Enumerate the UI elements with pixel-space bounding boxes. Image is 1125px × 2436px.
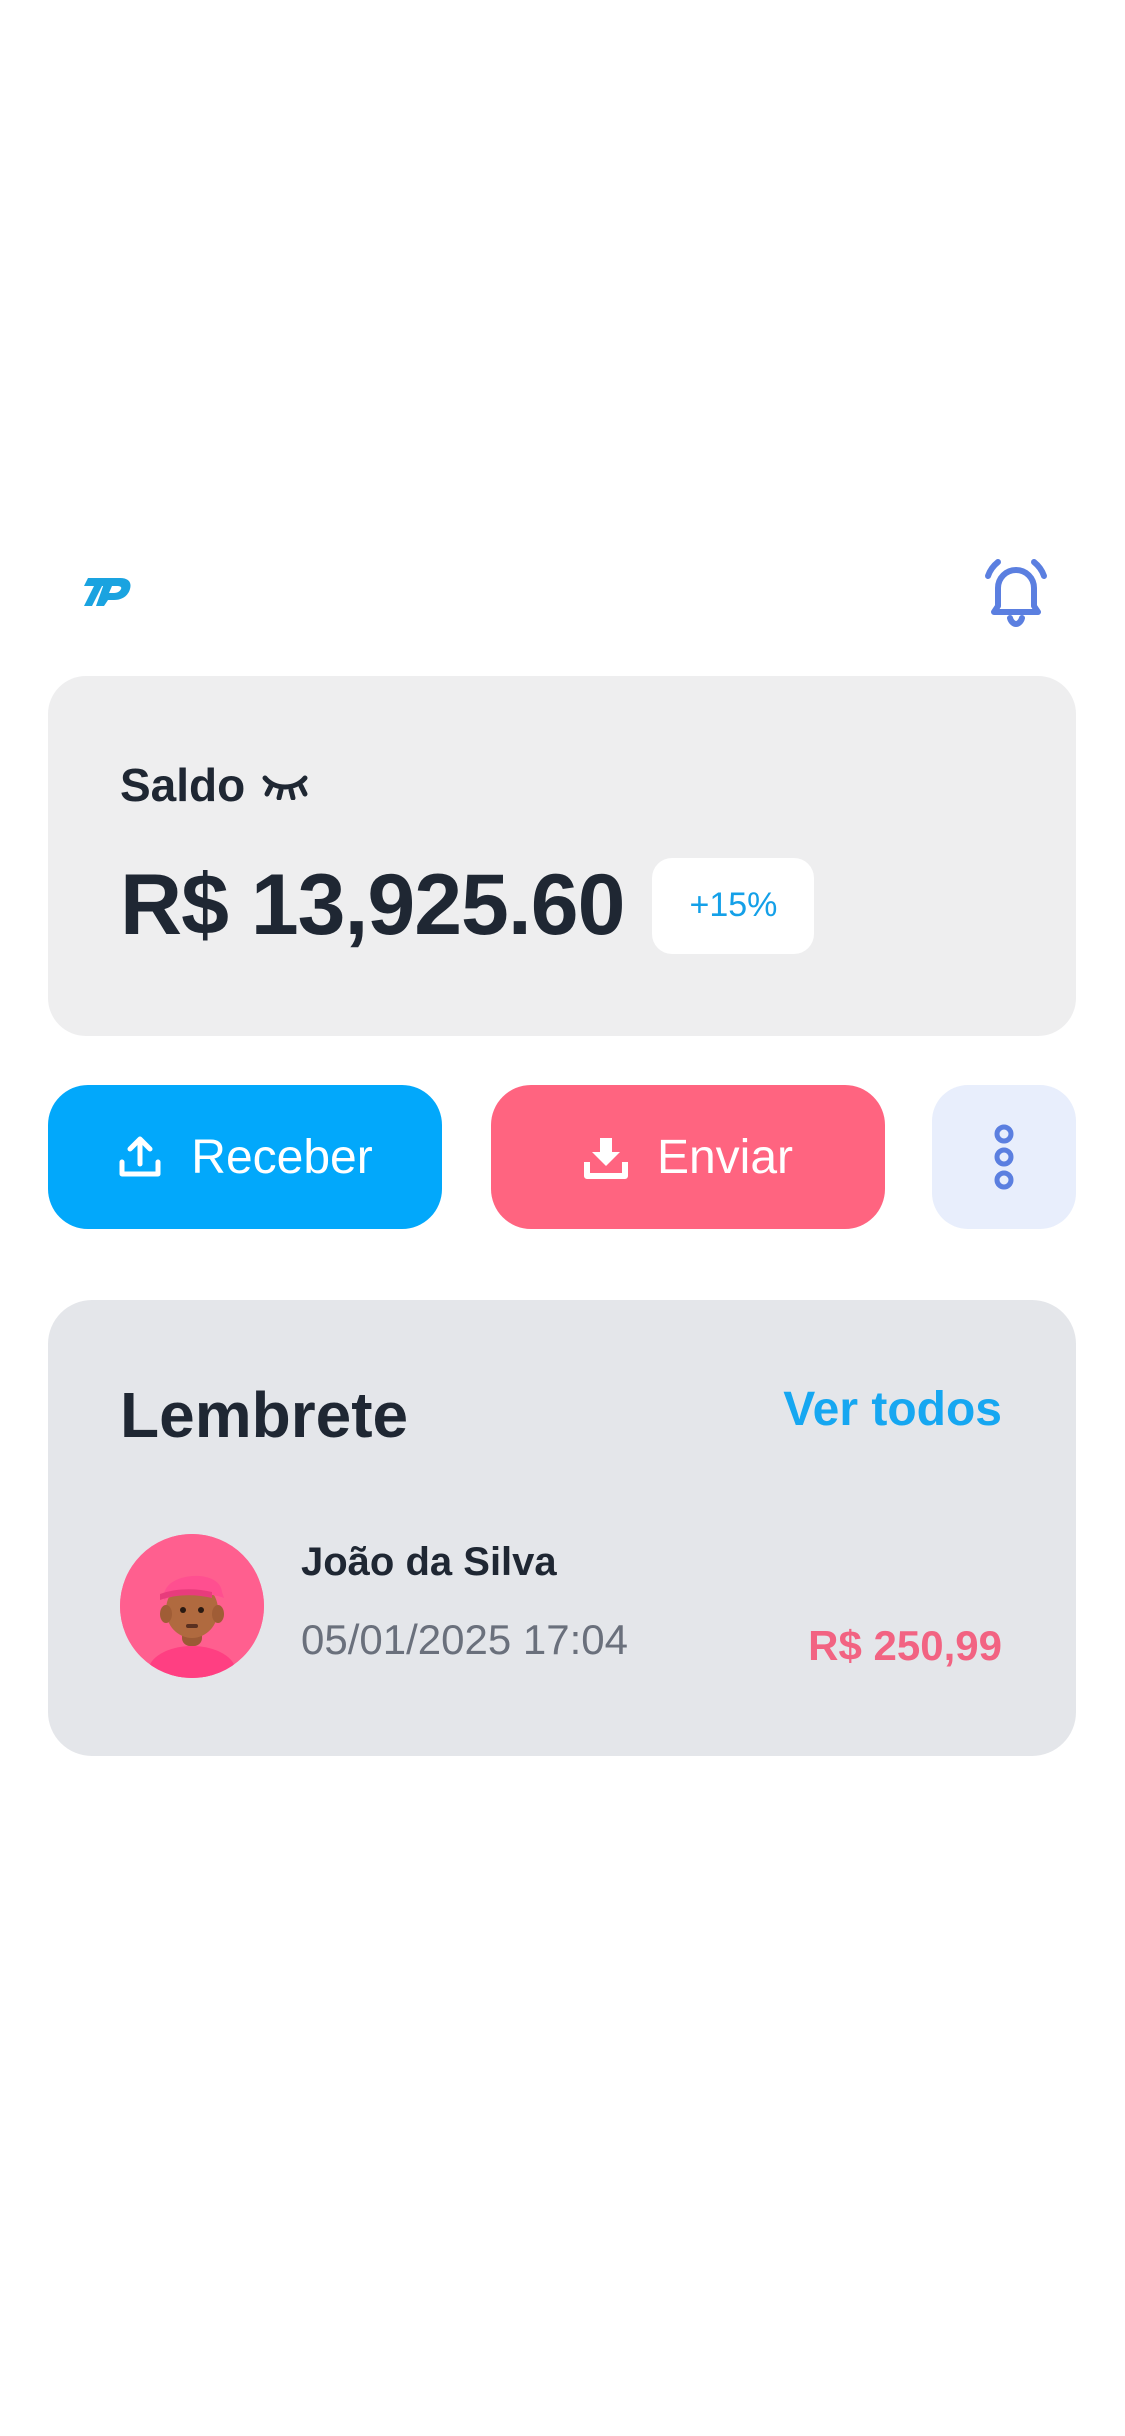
reminder-title: Lembrete xyxy=(120,1379,409,1451)
upload-icon xyxy=(117,1134,163,1180)
see-all-link[interactable]: Ver todos xyxy=(783,1382,1002,1437)
more-vertical-icon xyxy=(992,1124,1016,1190)
balance-header: Saldo xyxy=(120,758,309,812)
more-options-button[interactable] xyxy=(932,1085,1076,1229)
contact-avatar xyxy=(120,1534,264,1678)
download-icon xyxy=(583,1134,629,1180)
balance-label: Saldo xyxy=(120,759,246,811)
receive-button-label: Receber xyxy=(191,1130,373,1184)
eye-closed-icon[interactable] xyxy=(261,770,309,801)
bell-icon[interactable] xyxy=(980,556,1052,628)
contact-amount: R$ 250,99 xyxy=(808,1622,1002,1669)
reminder-card: Lembrete Ver todos João da Silva 05/01/2… xyxy=(48,1300,1076,1756)
balance-card: Saldo R$ 13,925.60 +15% xyxy=(48,676,1076,1036)
app-logo-icon xyxy=(84,572,132,612)
send-button[interactable]: Enviar xyxy=(491,1085,885,1229)
contact-name: João da Silva xyxy=(301,1540,557,1584)
balance-amount-row: R$ 13,925.60 +15% xyxy=(120,856,815,955)
receive-button[interactable]: Receber xyxy=(48,1085,442,1229)
send-button-label: Enviar xyxy=(656,1130,794,1184)
balance-value: R$ 13,925.60 xyxy=(120,857,625,953)
balance-change-badge: +15% xyxy=(652,857,815,954)
contact-datetime: 05/01/2025 17:04 xyxy=(301,1616,628,1663)
